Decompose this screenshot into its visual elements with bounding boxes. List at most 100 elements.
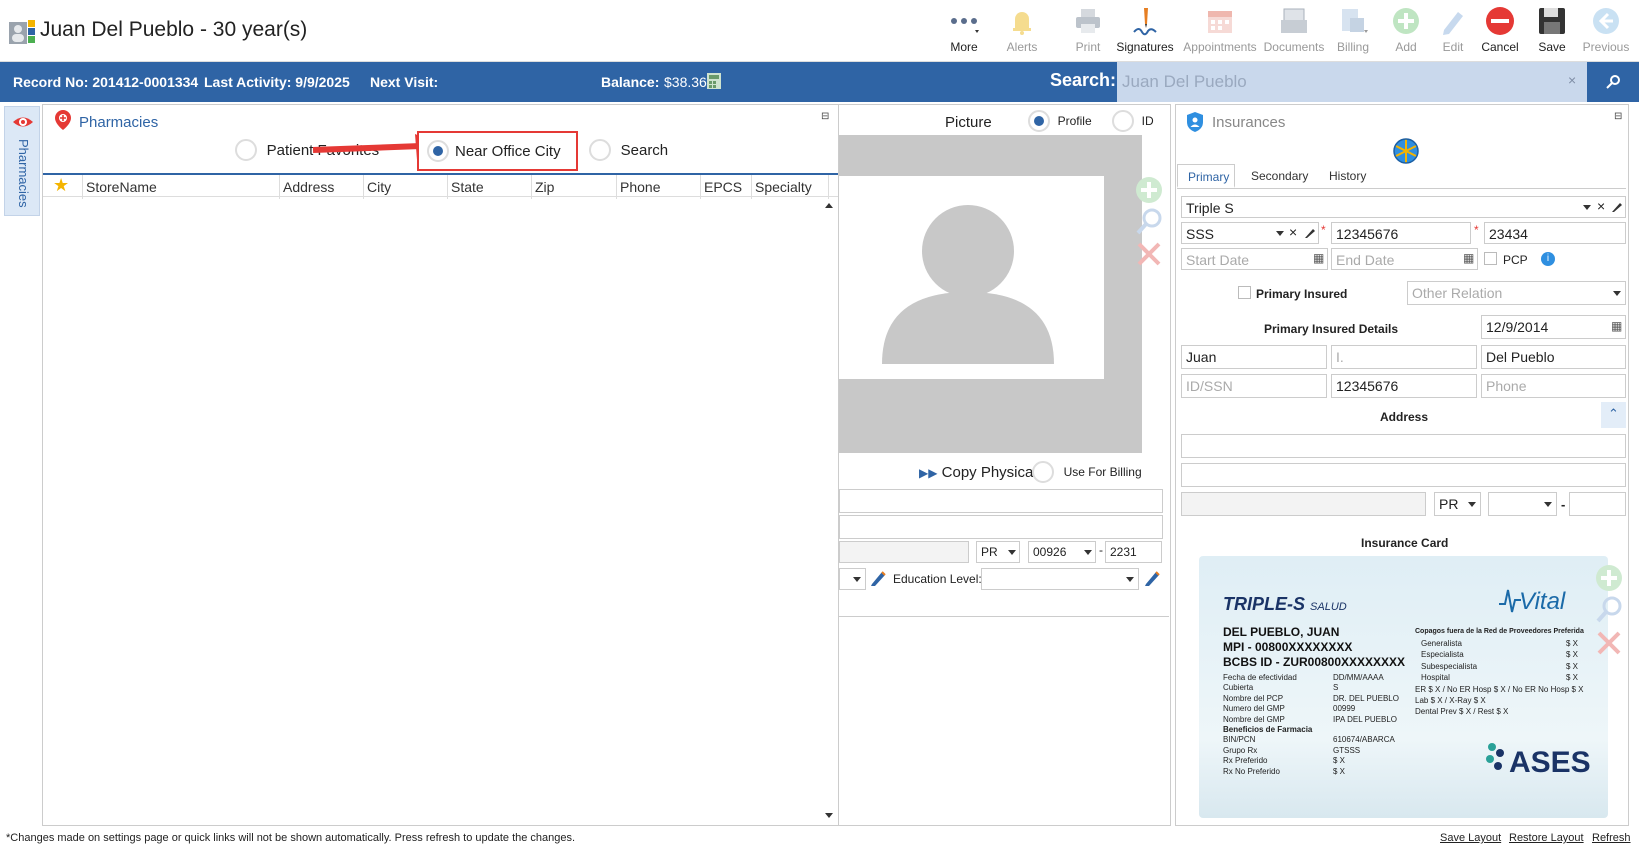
plan-code-select[interactable]: SSS × — [1181, 222, 1319, 244]
state-select[interactable]: PR — [976, 541, 1020, 563]
scroll-down-icon[interactable] — [825, 813, 833, 818]
insured-zip-ext-field[interactable] — [1569, 492, 1626, 516]
alerts-button[interactable]: Alerts — [994, 4, 1050, 60]
cancel-label: Cancel — [1481, 40, 1519, 54]
edit-icon[interactable] — [1611, 201, 1623, 213]
radio-id[interactable]: ID — [1112, 110, 1154, 132]
restore-layout-link[interactable]: Restore Layout — [1509, 832, 1584, 844]
group-number-field[interactable]: 23434 — [1484, 222, 1626, 244]
language-select[interactable] — [839, 568, 866, 590]
education-level-select[interactable] — [981, 568, 1139, 590]
calendar-icon[interactable]: ▦ — [1611, 319, 1622, 333]
tab-secondary[interactable]: Secondary — [1241, 164, 1318, 188]
tab-divider — [1177, 188, 1626, 189]
tab-history[interactable]: History — [1319, 164, 1376, 188]
avatar-placeholder-icon — [882, 205, 1054, 364]
info-icon[interactable]: i — [1541, 252, 1555, 266]
insured-first-name-field[interactable]: Juan — [1181, 345, 1327, 369]
add-photo-icon[interactable] — [1135, 176, 1163, 204]
insured-city-field[interactable] — [1181, 492, 1426, 516]
radio-profile[interactable]: Profile — [1028, 110, 1092, 132]
insured-idssn-field[interactable]: ID/SSN — [1181, 374, 1327, 398]
chevron-down-icon — [1613, 291, 1621, 296]
appointments-button[interactable]: Appointments — [1180, 4, 1260, 60]
radio-search[interactable]: Search — [589, 139, 668, 161]
card-row: ER $ X / No ER Hosp $ X / No ER No Hosp … — [1415, 684, 1584, 694]
patient-search-input[interactable]: Juan Del Pueblo — [1117, 62, 1587, 102]
printer-icon — [1076, 9, 1100, 33]
add-card-icon[interactable] — [1595, 564, 1623, 592]
balance-calculator-icon[interactable] — [706, 72, 722, 90]
zip-ext-field[interactable]: 2231 — [1105, 541, 1162, 563]
clear-icon[interactable]: × — [1597, 198, 1605, 214]
previous-button[interactable]: Previous — [1578, 4, 1634, 60]
tab-primary[interactable]: Primary — [1177, 164, 1235, 188]
edit-icon[interactable] — [1304, 227, 1316, 239]
search-button[interactable] — [1587, 62, 1639, 102]
balance-value: $38.36 — [664, 74, 707, 90]
signatures-button[interactable]: Signatures — [1113, 4, 1177, 60]
col-storename[interactable]: StoreName — [83, 175, 280, 199]
insured-dob-field[interactable]: 12/9/2014 ▦ — [1481, 315, 1626, 339]
pin-icon[interactable]: ⊟ — [821, 111, 829, 122]
city-field[interactable] — [839, 541, 969, 563]
insured-zip-select[interactable] — [1488, 492, 1557, 516]
delete-photo-icon[interactable] — [1135, 240, 1163, 268]
print-button[interactable]: Print — [1060, 4, 1116, 60]
col-phone[interactable]: Phone — [617, 175, 701, 199]
favorite-star-icon[interactable]: ★ — [43, 175, 83, 199]
col-city[interactable]: City — [364, 175, 448, 199]
search-label: Search: — [1050, 70, 1117, 90]
billing-button[interactable]: Billing — [1325, 4, 1381, 60]
insured-state-select[interactable]: PR — [1434, 492, 1481, 516]
sidebar-tab-pharmacies[interactable]: Pharmacies — [4, 106, 40, 216]
clear-icon[interactable]: × — [1289, 224, 1297, 240]
col-state[interactable]: State — [448, 175, 532, 199]
more-button[interactable]: More — [936, 4, 992, 60]
end-date-field[interactable]: End Date ▦ — [1331, 248, 1478, 270]
zip-select[interactable]: 00926 — [1028, 541, 1096, 563]
table-scrollbar[interactable] — [821, 201, 837, 825]
address-line-2[interactable] — [839, 515, 1163, 539]
member-id-field[interactable]: 12345676 — [1331, 222, 1471, 244]
pharmacies-title: Pharmacies — [79, 114, 159, 131]
collapse-up-icon[interactable]: ⌃ — [1601, 402, 1626, 428]
radio-near-office-city[interactable]: Near Office City — [417, 131, 578, 171]
next-visit: Next Visit: — [370, 74, 439, 90]
pencil-icon[interactable] — [1143, 569, 1161, 587]
radio-use-for-billing[interactable]: Use For Billing — [1032, 461, 1142, 483]
globe-icon[interactable] — [1392, 137, 1420, 165]
primary-insured-checkbox[interactable] — [1238, 286, 1251, 299]
insured-phone-field[interactable]: Phone — [1481, 374, 1626, 398]
scroll-up-icon[interactable] — [825, 203, 833, 208]
insured-middle-initial-field[interactable]: I. — [1331, 345, 1477, 369]
address-line-1[interactable] — [839, 489, 1163, 513]
insured-address-line-2[interactable] — [1181, 463, 1626, 487]
pencil-icon[interactable] — [869, 569, 887, 587]
documents-button[interactable]: Documents — [1262, 4, 1326, 60]
insured-address-line-1[interactable] — [1181, 434, 1626, 458]
calendar-icon[interactable]: ▦ — [1463, 251, 1474, 265]
col-address[interactable]: Address — [280, 175, 364, 199]
zoom-card-icon[interactable] — [1595, 596, 1623, 624]
cancel-button[interactable]: Cancel — [1472, 4, 1528, 60]
clear-search-icon[interactable]: × — [1568, 72, 1576, 88]
save-layout-link[interactable]: Save Layout — [1440, 832, 1501, 844]
col-zip[interactable]: Zip — [532, 175, 617, 199]
insurance-plan-select[interactable]: Triple S × — [1181, 196, 1626, 218]
pin-icon[interactable]: ⊟ — [1614, 111, 1622, 122]
other-relation-select[interactable]: Other Relation — [1407, 281, 1626, 305]
col-epcs[interactable]: EPCS — [701, 175, 752, 199]
zoom-photo-icon[interactable] — [1135, 208, 1163, 236]
save-button[interactable]: Save — [1524, 4, 1580, 60]
pcp-checkbox[interactable] — [1484, 252, 1497, 265]
start-date-field[interactable]: Start Date ▦ — [1181, 248, 1328, 270]
refresh-link[interactable]: Refresh — [1592, 832, 1631, 844]
insured-last-name-field[interactable]: Del Pueblo — [1481, 345, 1626, 369]
copy-physical-button[interactable]: ▶▶ Copy Physical — [919, 464, 1037, 481]
calendar-icon[interactable]: ▦ — [1313, 251, 1324, 265]
delete-card-icon[interactable] — [1595, 629, 1623, 657]
insured-member-id-field[interactable]: 12345676 — [1331, 374, 1477, 398]
save-icon — [1539, 8, 1565, 34]
col-specialty[interactable]: Specialty — [752, 175, 829, 199]
